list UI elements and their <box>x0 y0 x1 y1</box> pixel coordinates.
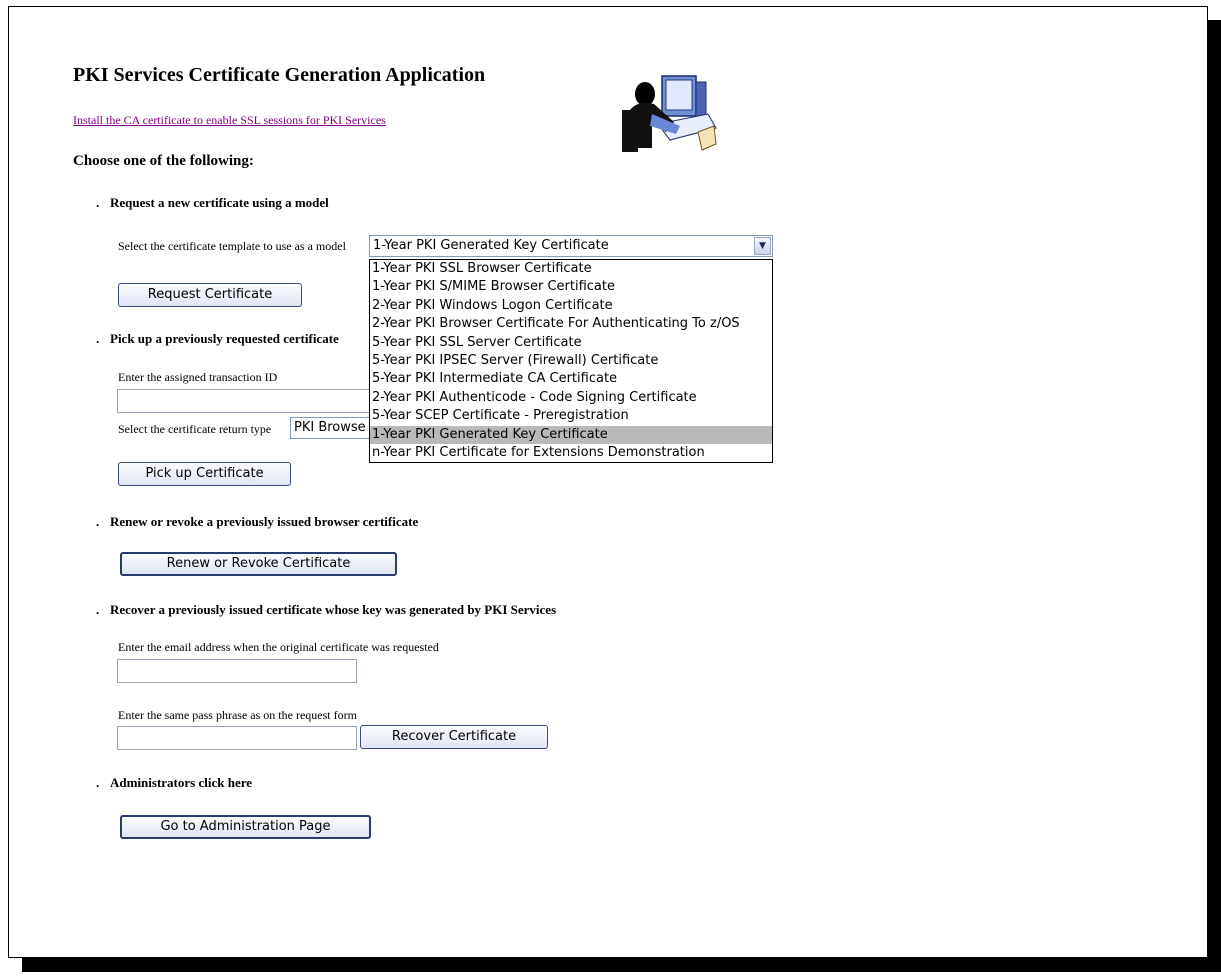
chevron-down-icon[interactable]: ▼ <box>754 237 771 255</box>
page-title: PKI Services Certificate Generation Appl… <box>73 64 486 86</box>
request-heading-text: Request a new certificate using a model <box>110 195 329 210</box>
renew-revoke-button[interactable]: Renew or Revoke Certificate <box>120 552 397 576</box>
bullet: . <box>96 602 100 617</box>
recover-certificate-button[interactable]: Recover Certificate <box>360 725 548 749</box>
bullet: . <box>96 514 100 529</box>
template-option[interactable]: 1-Year PKI S/MIME Browser Certificate <box>370 278 772 296</box>
pickup-section-heading: . Pick up a previously requested certific… <box>96 331 339 347</box>
bullet: . <box>96 195 100 210</box>
passphrase-input[interactable] <box>117 726 357 750</box>
template-option[interactable]: 2-Year PKI Authenticode - Code Signing C… <box>370 389 772 407</box>
template-label: Select the certificate template to use a… <box>118 239 346 253</box>
transaction-id-input[interactable] <box>117 389 377 413</box>
template-option[interactable]: 5-Year PKI Intermediate CA Certificate <box>370 370 772 388</box>
template-dropdown-list[interactable]: 1-Year PKI SSL Browser Certificate 1-Year… <box>369 259 773 464</box>
return-type-select[interactable]: PKI Browse <box>290 417 372 439</box>
admin-page-button[interactable]: Go to Administration Page <box>120 815 371 839</box>
template-select[interactable]: 1-Year PKI Generated Key Certificate ▼ <box>369 235 773 257</box>
bullet: . <box>96 331 100 346</box>
ca-certificate-link[interactable]: Install the CA certificate to enable SSL… <box>73 113 386 128</box>
email-label: Enter the email address when the origina… <box>118 640 439 654</box>
template-option[interactable]: 2-Year PKI Windows Logon Certificate <box>370 297 772 315</box>
template-option[interactable]: 5-Year PKI IPSEC Server (Firewall) Certi… <box>370 352 772 370</box>
renew-heading-text: Renew or revoke a previously issued brow… <box>110 514 419 529</box>
return-type-value: PKI Browse <box>294 420 366 435</box>
passphrase-label: Enter the same pass phrase as on the req… <box>118 708 357 722</box>
choose-heading: Choose one of the following: <box>73 153 254 169</box>
recover-section-heading: . Recover a previously issued certificate… <box>96 602 556 618</box>
return-type-label: Select the certificate return type <box>118 422 272 436</box>
renew-section-heading: . Renew or revoke a previously issued bro… <box>96 514 418 530</box>
pick-up-certificate-button[interactable]: Pick up Certificate <box>118 462 291 486</box>
template-select-value: 1-Year PKI Generated Key Certificate <box>373 238 609 253</box>
template-option[interactable]: 5-Year SCEP Certificate - Preregistratio… <box>370 407 772 425</box>
person-at-computer-icon <box>622 75 717 152</box>
transaction-id-label: Enter the assigned transaction ID <box>118 370 278 384</box>
email-input[interactable] <box>117 659 357 683</box>
admin-heading-text: Administrators click here <box>110 775 253 790</box>
request-certificate-button[interactable]: Request Certificate <box>118 283 302 307</box>
template-option[interactable]: 1-Year PKI Generated Key Certificate <box>370 425 772 444</box>
template-option[interactable]: 1-Year PKI SSL Browser Certificate <box>370 260 772 278</box>
bullet: . <box>96 775 100 790</box>
request-section-heading: . Request a new certificate using a model <box>96 195 329 211</box>
template-option[interactable]: 5-Year PKI SSL Server Certificate <box>370 334 772 352</box>
template-option[interactable]: 2-Year PKI Browser Certificate For Authe… <box>370 315 772 333</box>
recover-heading-text: Recover a previously issued certificate … <box>110 602 557 617</box>
template-option[interactable]: n-Year PKI Certificate for Extensions De… <box>370 444 772 462</box>
pickup-heading-text: Pick up a previously requested certifica… <box>110 331 339 346</box>
admin-section-heading: . Administrators click here <box>96 775 252 791</box>
